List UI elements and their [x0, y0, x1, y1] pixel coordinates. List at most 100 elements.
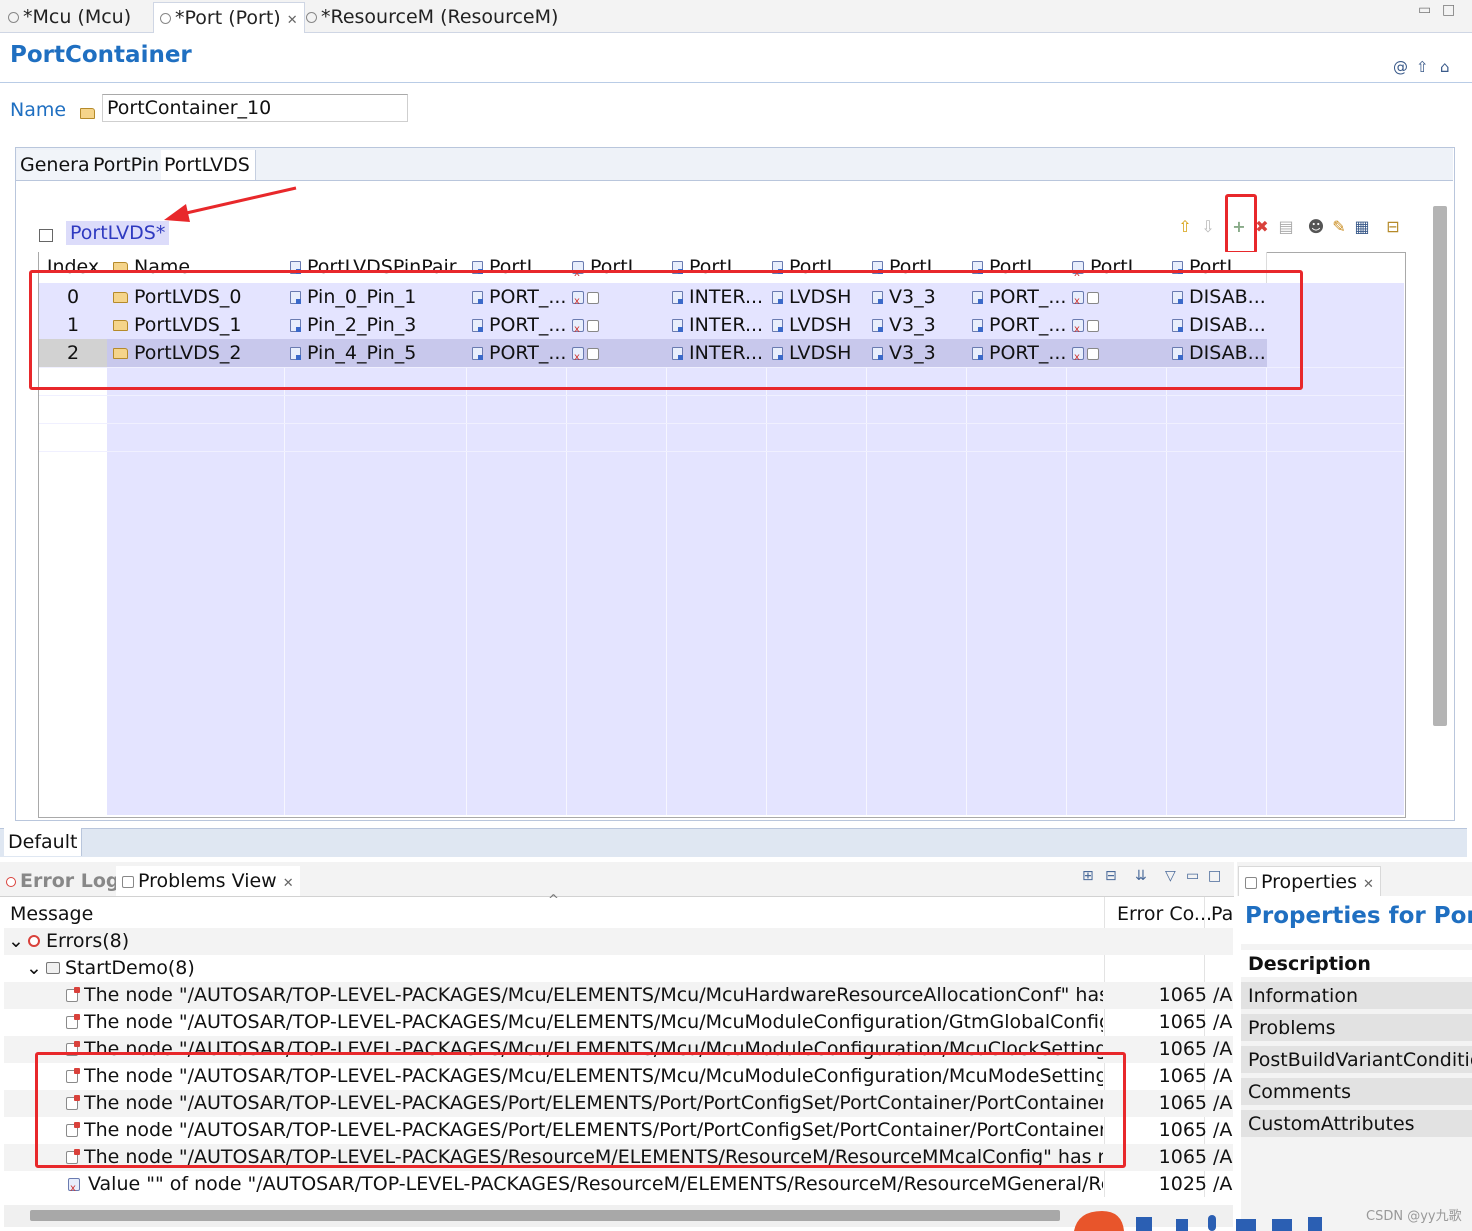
- scrollbar-thumb[interactable]: [30, 1210, 1060, 1221]
- group-label: StartDemo(8): [65, 957, 195, 979]
- maximize-icon[interactable]: □: [1208, 868, 1221, 884]
- tab-label: *ResourceM (ResourceM): [321, 6, 559, 28]
- properties-icon: [1245, 876, 1257, 889]
- problem-code: 1065: [1158, 984, 1207, 1006]
- view-menu-icon[interactable]: ▽: [1165, 868, 1176, 884]
- tab-label: Problems View: [138, 870, 277, 892]
- ime-toolbar: [1074, 1211, 1322, 1231]
- edit-icon[interactable]: ✎: [1330, 218, 1348, 236]
- node-error-icon: [66, 987, 80, 1002]
- annotation-box: [35, 1052, 1126, 1168]
- row-divider: [39, 423, 1404, 424]
- footer-tab-bar: [0, 828, 1467, 857]
- value-error-icon: [68, 1175, 80, 1198]
- move-up-icon[interactable]: ⇧: [1176, 218, 1194, 236]
- prop-tab-information[interactable]: Information: [1241, 982, 1472, 1011]
- tab-portlvds[interactable]: PortLVDS: [161, 150, 256, 180]
- tab-problems-view[interactable]: Problems View ✕: [116, 866, 300, 896]
- home-icon[interactable]: ⌂: [1440, 58, 1450, 76]
- col-header-message[interactable]: Message: [10, 900, 93, 928]
- col-header-path[interactable]: Pa: [1211, 900, 1233, 928]
- problem-code: 1065: [1158, 1011, 1207, 1033]
- filter-icon[interactable]: ⇊: [1135, 868, 1147, 884]
- problem-path: /A: [1213, 1038, 1233, 1060]
- properties-title: Properties for PortLV: [1245, 903, 1472, 929]
- module-icon: [8, 12, 19, 23]
- move-down-icon[interactable]: ⇩: [1199, 218, 1217, 236]
- sort-icon: ^: [548, 893, 559, 908]
- editor-tab-resourcem[interactable]: *ResourceM (ResourceM): [300, 2, 564, 32]
- problem-path: /A: [1213, 1092, 1233, 1114]
- table-icon: [39, 229, 53, 242]
- problems-header: [4, 897, 1233, 930]
- error-icon: [28, 935, 40, 947]
- close-icon[interactable]: ✕: [283, 876, 294, 891]
- name-input[interactable]: [102, 94, 408, 122]
- expand-all-icon[interactable]: ⊞: [1082, 868, 1094, 884]
- error-log-icon: [6, 876, 16, 887]
- problems-icon: [122, 875, 134, 888]
- folder-icon: [80, 108, 95, 119]
- node-error-icon: [66, 1014, 80, 1029]
- problem-path: /A: [1213, 1065, 1233, 1087]
- annotation-box: [29, 270, 1303, 390]
- table-edit-icon[interactable]: ▦: [1353, 218, 1371, 236]
- copy-icon[interactable]: ▤: [1277, 218, 1295, 236]
- project-icon: [46, 962, 60, 974]
- section-label: PortLVDS*: [66, 221, 170, 245]
- divider: [0, 82, 1472, 83]
- export-icon[interactable]: ⊟: [1384, 218, 1402, 236]
- prop-tab-problems[interactable]: Problems: [1241, 1014, 1472, 1043]
- name-label: Name: [10, 99, 67, 121]
- prop-tab-comments[interactable]: Comments: [1241, 1078, 1472, 1107]
- problem-message: The node "/AUTOSAR/TOP-LEVEL-PACKAGES/Mc…: [84, 1011, 1103, 1033]
- problem-code: 1025: [1158, 1173, 1207, 1195]
- tab-error-log[interactable]: Error Log: [6, 866, 120, 896]
- list-item[interactable]: Value "" of node "/AUTOSAR/TOP-LEVEL-PAC…: [4, 1171, 1233, 1198]
- problem-path: /A: [1213, 1119, 1233, 1141]
- module-icon: [160, 13, 171, 24]
- editor-tab-port[interactable]: *Port (Port) ✕: [153, 2, 305, 33]
- annotation-box: [1225, 194, 1257, 254]
- problem-path: /A: [1213, 1146, 1233, 1168]
- prop-tab-description[interactable]: Description: [1241, 950, 1472, 979]
- maximize-icon[interactable]: □: [1442, 2, 1455, 18]
- col-header-error-code[interactable]: Error Co...: [1117, 900, 1212, 928]
- chevron-down-icon[interactable]: ⌄: [26, 955, 42, 982]
- minimize-icon[interactable]: ▭: [1186, 868, 1199, 884]
- list-item[interactable]: The node "/AUTOSAR/TOP-LEVEL-PACKAGES/Mc…: [4, 982, 1233, 1009]
- tab-label: *Mcu (Mcu): [23, 6, 132, 28]
- at-icon[interactable]: @: [1393, 58, 1408, 76]
- up-arrow-icon[interactable]: ⇧: [1416, 58, 1429, 76]
- close-icon[interactable]: ✕: [1363, 877, 1374, 892]
- vertical-scrollbar[interactable]: [1433, 206, 1447, 726]
- problem-path: /A: [1213, 984, 1233, 1006]
- tab-label: *Port (Port): [175, 7, 281, 29]
- prop-tab-postbuild[interactable]: PostBuildVariantConditior: [1241, 1046, 1472, 1075]
- row-divider: [39, 451, 1404, 452]
- module-icon: [306, 12, 317, 23]
- tab-portpin[interactable]: PortPin: [90, 150, 164, 180]
- tab-properties[interactable]: Properties ✕: [1238, 866, 1381, 897]
- tab-label: Error Log: [20, 870, 120, 892]
- tab-label: Properties: [1261, 871, 1358, 893]
- person-icon[interactable]: ☻: [1307, 218, 1325, 236]
- page-title: PortContainer: [10, 42, 192, 68]
- annotation-arrow: [164, 186, 297, 222]
- collapse-all-icon[interactable]: ⊟: [1105, 868, 1117, 884]
- tab-default[interactable]: Default: [4, 828, 83, 856]
- tree-group-errors[interactable]: ⌄ Errors(8): [4, 928, 1233, 955]
- chevron-down-icon[interactable]: ⌄: [8, 928, 24, 955]
- tree-group-project[interactable]: ⌄ StartDemo(8): [4, 955, 1233, 982]
- list-item[interactable]: The node "/AUTOSAR/TOP-LEVEL-PACKAGES/Mc…: [4, 1009, 1233, 1036]
- prop-tab-custom-attributes[interactable]: CustomAttributes: [1241, 1110, 1472, 1139]
- problem-path: /A: [1213, 1173, 1233, 1195]
- problem-message: The node "/AUTOSAR/TOP-LEVEL-PACKAGES/Mc…: [84, 984, 1103, 1006]
- problem-path: /A: [1213, 1011, 1233, 1033]
- problem-message: Value "" of node "/AUTOSAR/TOP-LEVEL-PAC…: [88, 1173, 1103, 1195]
- row-divider: [39, 395, 1404, 396]
- editor-tab-mcu[interactable]: *Mcu (Mcu): [2, 2, 137, 32]
- close-icon[interactable]: ✕: [287, 13, 298, 28]
- tab-general[interactable]: General: [17, 150, 99, 180]
- minimize-icon[interactable]: ▭: [1418, 2, 1431, 18]
